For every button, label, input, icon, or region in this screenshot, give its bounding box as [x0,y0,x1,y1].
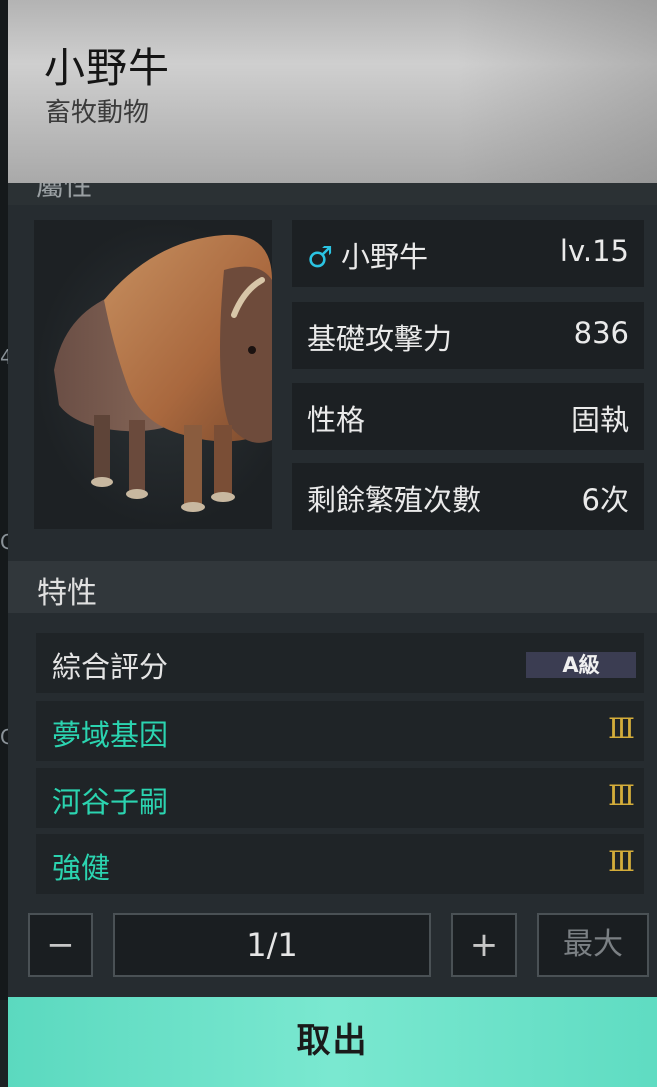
animal-detail-panel: 小野牛 畜牧動物 屬性 ♂ 小野牛 lv.15 基礎攻擊力 836 性格 固執 … [8,0,657,1087]
trait-rank: Ⅲ [607,845,635,878]
stat-label: 剩餘繁殖次數 [307,483,482,517]
stat-value-breeding: 6次 [581,483,629,517]
stat-value-personality: 固執 [570,403,629,437]
male-icon: ♂ [307,240,333,274]
attributes-heading-strip: 屬性 [8,183,657,205]
max-quantity-button[interactable]: 最大 [537,913,649,977]
stat-label: 基礎攻擊力 [307,322,453,356]
attributes-heading: 屬性 [36,183,93,202]
panel-header: 小野牛 畜牧動物 [8,0,657,183]
stat-label: 性格 [307,403,366,437]
traits-heading: 特性 [37,576,97,611]
trait-rank: Ⅲ [607,779,635,812]
animal-portrait [34,220,272,529]
trait-row[interactable]: 河谷子嗣 Ⅲ [36,768,644,828]
trait-row[interactable]: 夢域基因 Ⅲ [36,701,644,761]
stat-label: 小野牛 [341,240,429,274]
trait-name: 強健 [52,851,111,885]
quantity-display[interactable]: 1/1 [113,913,431,977]
traits-section-header: 特性 [8,561,657,613]
bison-image [54,234,272,512]
animal-name: 小野牛 [44,44,170,92]
stat-value-attack: 836 [573,316,629,350]
trait-name: 夢域基因 [52,718,169,752]
trait-rank: Ⅲ [607,712,635,745]
animal-category: 畜牧動物 [45,98,150,128]
overall-rating-row: 綜合評分 A級 [36,633,644,693]
stat-row-name-level: ♂ 小野牛 lv.15 [292,220,644,287]
overall-rating-label: 綜合評分 [52,650,169,684]
stat-row-attack: 基礎攻擊力 836 [292,302,644,369]
stat-row-personality: 性格 固執 [292,383,644,450]
grade-badge: A級 [526,652,636,678]
trait-name: 河谷子嗣 [52,785,169,819]
trait-row[interactable]: 強健 Ⅲ [36,834,644,894]
stat-value-level: lv.15 [559,234,629,268]
decrease-quantity-button[interactable]: − [28,913,93,977]
stat-row-breeding: 剩餘繁殖次數 6次 [292,463,644,530]
take-out-button[interactable]: 取出 [8,997,657,1087]
increase-quantity-button[interactable]: + [451,913,517,977]
